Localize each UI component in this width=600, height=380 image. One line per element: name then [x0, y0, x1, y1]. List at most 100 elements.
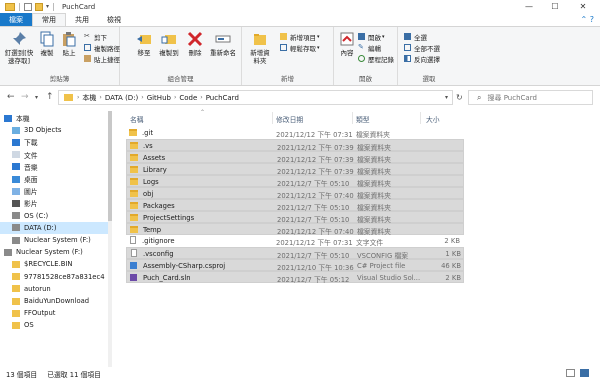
rename-button[interactable]: 重新命名 — [208, 31, 238, 57]
nav-item[interactable]: 3D Objects — [0, 124, 108, 136]
paste-shortcut-button[interactable]: 貼上捷徑 — [84, 54, 120, 64]
file-size: 2 KB — [445, 274, 461, 282]
nav-item-label: 97781528ce87a831ec4 — [24, 272, 105, 281]
tab-file[interactable]: 檔案 — [0, 13, 32, 26]
collapse-ribbon-icon[interactable]: ⌃ ? — [581, 15, 595, 24]
history-button[interactable]: 歷程記錄 — [358, 54, 394, 64]
visual-studio-icon — [130, 274, 137, 281]
nav-item[interactable]: FFOutput — [0, 307, 108, 319]
address-bar[interactable]: › 本機 › DATA (D:) › GitHub › Code › PuchC… — [58, 90, 453, 105]
file-row[interactable]: Puch_Card.sln 2021/12/7 下午 05:12 Visual St… — [126, 271, 464, 284]
nav-item[interactable]: 文件 — [0, 149, 108, 161]
file-row[interactable]: obj 2021/12/12 下午 07:40 檔案資料夾 — [126, 187, 464, 200]
file-date: 2021/12/12 下午 07:31 — [276, 239, 353, 247]
properties-button[interactable]: 內容 — [338, 31, 356, 57]
minimize-button[interactable]: — — [516, 0, 542, 13]
delete-button[interactable]: 刪除 — [186, 31, 204, 57]
navigation-scrollbar[interactable] — [108, 111, 112, 367]
details-view-icon[interactable] — [566, 369, 575, 377]
file-row[interactable]: Assembly-CSharp.csproj 2021/12/10 下午 10:3… — [126, 259, 464, 272]
nav-item[interactable]: autorun — [0, 283, 108, 295]
nav-item[interactable]: $RECYCLE.BIN — [0, 258, 108, 270]
file-name: .vs — [143, 142, 153, 150]
column-divider[interactable] — [272, 112, 273, 124]
nav-item-label: autorun — [24, 284, 51, 293]
nav-item[interactable]: OS (C:) — [0, 210, 108, 222]
file-row[interactable]: .gitignore 2021/12/12 下午 07:31 文字文件 2 KB — [126, 235, 464, 247]
nav-item[interactable]: Nuclear System (F:) — [0, 234, 108, 246]
recent-dropdown-icon[interactable]: ▾ — [35, 94, 38, 101]
cut-button[interactable]: ✂ 剪下 — [84, 32, 107, 42]
folder-icon — [130, 202, 138, 209]
breadcrumb-data-drive[interactable]: DATA (D:) — [105, 94, 138, 102]
pin-quick-access-button[interactable]: 釘選到[快速存取] — [2, 31, 36, 65]
nav-item[interactable]: 音樂 — [0, 161, 108, 173]
easy-access-button[interactable]: 輕鬆存取 ▾ — [280, 43, 320, 53]
file-row[interactable]: Temp 2021/12/12 下午 07:40 檔案資料夾 — [126, 223, 464, 236]
nav-item[interactable]: Nuclear System (F:) — [0, 246, 108, 258]
nav-item[interactable]: BaiduYunDownload — [0, 295, 108, 307]
dropdown-icon: ▾ — [317, 33, 320, 40]
large-icons-view-icon[interactable] — [580, 369, 589, 377]
tab-share[interactable]: 共用 — [66, 13, 98, 26]
address-dropdown-icon[interactable]: ▾ — [445, 94, 448, 101]
copy-button[interactable]: 複製 — [38, 31, 56, 57]
column-name[interactable]: 名稱 — [130, 114, 144, 124]
refresh-icon[interactable]: ↻ — [456, 93, 463, 102]
breadcrumb-this-pc[interactable]: 本機 — [82, 93, 96, 103]
navigation-pane: 本機 3D Objects 下載 文件 音樂 桌面 圖片 影片 OS (C:) DATA (D:)… — [0, 111, 110, 367]
column-divider[interactable] — [420, 112, 421, 124]
select-none-button[interactable]: 全部不選 — [404, 43, 440, 53]
folder-icon — [5, 2, 15, 11]
breadcrumb-github[interactable]: GitHub — [147, 94, 171, 102]
breadcrumb-separator-icon: › — [200, 94, 203, 101]
quick-access-dropdown-icon[interactable]: ▾ — [46, 3, 49, 10]
file-row[interactable]: Logs 2021/12/7 下午 05:10 檔案資料夾 — [126, 175, 464, 188]
file-row[interactable]: .vs 2021/12/12 下午 07:39 檔案資料夾 — [126, 139, 464, 152]
select-all-button[interactable]: 全選 — [404, 32, 427, 42]
open-button[interactable]: 開啟 ▾ — [358, 32, 385, 42]
file-row[interactable]: Packages 2021/12/7 下午 05:10 檔案資料夾 — [126, 199, 464, 212]
tab-view[interactable]: 檢視 — [98, 13, 130, 26]
copy-path-button[interactable]: 複製路徑 — [84, 43, 120, 53]
forward-icon[interactable]: → — [21, 92, 29, 102]
column-date[interactable]: 修改日期 — [276, 114, 303, 124]
new-item-button[interactable]: 新增項目 ▾ — [280, 32, 320, 42]
column-divider[interactable] — [352, 112, 353, 124]
copy-to-button[interactable]: 複製到 — [158, 31, 180, 57]
paste-button[interactable]: 貼上 — [60, 31, 78, 57]
back-icon[interactable]: ← — [7, 92, 15, 102]
properties-quick-icon[interactable] — [24, 2, 32, 11]
file-row[interactable]: .git 2021/12/12 下午 07:31 檔案資料夾 — [126, 127, 464, 139]
nav-item[interactable]: OS — [0, 319, 108, 331]
nav-item[interactable]: 圖片 — [0, 185, 108, 197]
nav-item[interactable]: 97781528ce87a831ec4 — [0, 271, 108, 283]
edit-button[interactable]: ✎ 編輯 — [358, 43, 381, 53]
file-row[interactable]: Assets 2021/12/12 下午 07:39 檔案資料夾 — [126, 151, 464, 164]
file-row[interactable]: ProjectSettings 2021/12/7 下午 05:10 檔案資料夾 — [126, 211, 464, 224]
new-folder-button[interactable]: 新增資料夾 — [248, 31, 272, 65]
file-row[interactable]: .vsconfig 2021/12/7 下午 05:10 VSCONFIG 檔案 1 … — [126, 247, 464, 260]
breadcrumb-separator-icon: › — [141, 94, 144, 101]
invert-selection-button[interactable]: 反向選擇 — [404, 54, 440, 64]
file-row[interactable]: Library 2021/12/12 下午 07:39 檔案資料夾 — [126, 163, 464, 176]
nav-item-label: FFOutput — [24, 309, 56, 318]
tab-home[interactable]: 常用 — [32, 13, 66, 26]
breadcrumb-puchcard[interactable]: PuchCard — [206, 94, 239, 102]
search-box[interactable]: ⌕ 搜尋 PuchCard — [468, 90, 593, 105]
column-size[interactable]: 大小 — [426, 114, 440, 124]
new-folder-quick-icon[interactable] — [35, 2, 43, 11]
maximize-button[interactable]: ☐ — [542, 0, 568, 13]
up-icon[interactable]: ↑ — [46, 92, 54, 102]
close-button[interactable]: ✕ — [570, 0, 596, 13]
nav-item[interactable]: 影片 — [0, 197, 108, 209]
new-group: 新增資料夾 新增項目 ▾ 輕鬆存取 ▾ 新增 — [242, 27, 334, 85]
nav-item[interactable]: 本機 — [0, 112, 108, 124]
breadcrumb-code[interactable]: Code — [179, 94, 197, 102]
nav-item[interactable]: 桌面 — [0, 173, 108, 185]
scrollbar-thumb[interactable] — [108, 111, 112, 221]
move-to-button[interactable]: 移至 — [134, 31, 154, 57]
nav-item[interactable]: DATA (D:) — [0, 221, 108, 234]
column-type[interactable]: 類型 — [356, 114, 370, 124]
nav-item[interactable]: 下載 — [0, 136, 108, 148]
